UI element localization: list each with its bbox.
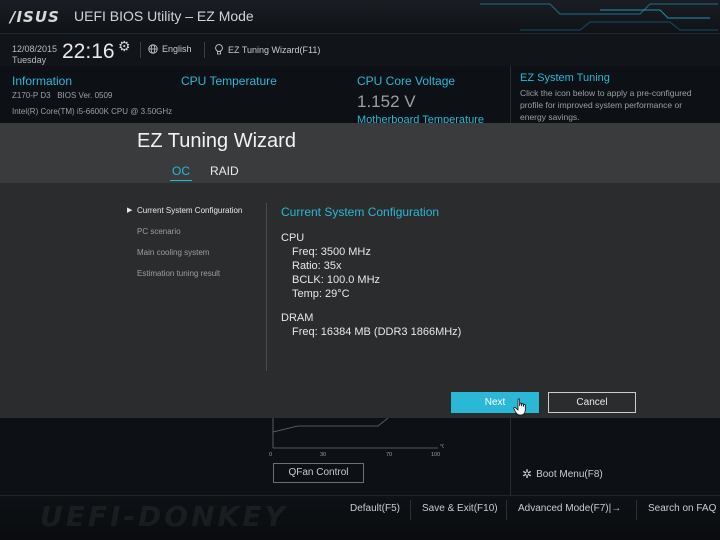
globe-icon (148, 44, 158, 54)
step-main-cooling-system[interactable]: Main cooling system (137, 248, 209, 257)
bios-version: BIOS Ver. 0509 (57, 91, 113, 100)
step-pc-scenario[interactable]: PC scenario (137, 227, 181, 236)
cpu-core-voltage-heading: CPU Core Voltage (357, 74, 456, 88)
brand-logo: /ISUS (10, 8, 60, 26)
ez-system-tuning-heading: EZ System Tuning (520, 72, 610, 84)
information-heading: Information (12, 74, 73, 88)
fan-x-tick: 70 (386, 452, 392, 456)
wizard-title: EZ Tuning Wizard (137, 130, 296, 152)
fan-x-unit: °C (440, 444, 444, 450)
advanced-mode-button[interactable]: Advanced Mode(F7)|→ (518, 503, 621, 514)
cpu-core-voltage-value: 1.152 V (357, 92, 416, 111)
step-estimation-tuning-result[interactable]: Estimation tuning result (137, 269, 220, 278)
divider (636, 500, 637, 520)
motherboard-temperature-heading: Motherboard Temperature (357, 114, 484, 123)
cpu-freq: Freq: 3500 MHz (292, 246, 371, 258)
divider (510, 66, 511, 123)
wizard-link-label: EZ Tuning Wizard(F11) (228, 44, 321, 55)
watermark: UEFI-DONKEY (40, 500, 288, 533)
cpu-temp: Temp: 29°C (292, 288, 350, 300)
divider (140, 42, 141, 58)
wizard-header (0, 123, 720, 183)
step-current-system-configuration[interactable]: Current System Configuration (137, 206, 242, 215)
default-button[interactable]: Default(F5) (350, 503, 400, 514)
fan-curve-chart: 0 30 70 100 °C (269, 418, 444, 456)
language-label: English (162, 44, 192, 54)
fan-x-tick: 0 (269, 452, 272, 456)
ez-system-tuning-description: Click the icon below to apply a pre-conf… (520, 88, 692, 122)
info-board: Z170-P D3 BIOS Ver. 0509 (12, 91, 112, 100)
lightbulb-icon (215, 44, 223, 55)
divider (410, 500, 411, 520)
date-text: 12/08/2015 (12, 44, 58, 54)
tab-oc[interactable]: OC (170, 164, 192, 181)
fan-x-tick: 100 (431, 452, 440, 456)
config-title: Current System Configuration (281, 205, 440, 219)
divider (204, 42, 205, 58)
cpu-heading: CPU (281, 232, 305, 244)
gear-icon[interactable]: ⚙ (118, 38, 131, 55)
language-selector[interactable]: English (148, 44, 192, 54)
app-title: UEFI BIOS Utility – EZ Mode (74, 8, 254, 24)
divider (266, 203, 267, 371)
snowflake-icon: ✲ (522, 467, 533, 481)
dram-heading: DRAM (281, 312, 314, 324)
cancel-button[interactable]: Cancel (548, 392, 636, 413)
tab-raid[interactable]: RAID (210, 164, 239, 178)
save-exit-button[interactable]: Save & Exit(F10) (422, 503, 498, 514)
boot-menu-button[interactable]: ✲ Boot Menu(F8) (522, 467, 603, 481)
day-text: Tuesday (12, 55, 47, 65)
search-faq-button[interactable]: Search on FAQ (648, 503, 716, 514)
active-step-arrow-icon: ▶ (127, 207, 133, 214)
fan-x-tick: 30 (320, 452, 326, 456)
ez-tuning-wizard-link[interactable]: EZ Tuning Wizard(F11) (214, 44, 320, 55)
qfan-control-button[interactable]: QFan Control (273, 463, 364, 483)
dram-freq: Freq: 16384 MB (DDR3 1866MHz) (292, 326, 462, 338)
cpu-temperature-heading: CPU Temperature (181, 74, 277, 88)
cpu-ratio: Ratio: 35x (292, 260, 342, 272)
info-cpu: Intel(R) Core(TM) i5-6600K CPU @ 3.50GHz (12, 107, 173, 116)
clock-time[interactable]: 22:16 (62, 40, 115, 64)
boot-menu-label: Boot Menu(F8) (536, 468, 603, 480)
divider (506, 500, 507, 520)
date-block: 12/08/2015 Tuesday (12, 44, 57, 66)
hand-cursor-icon (513, 398, 526, 416)
board-name: Z170-P D3 (12, 91, 51, 100)
circuit-decoration (480, 3, 718, 31)
cpu-bclk: BCLK: 100.0 MHz (292, 274, 381, 286)
divider (510, 418, 511, 495)
